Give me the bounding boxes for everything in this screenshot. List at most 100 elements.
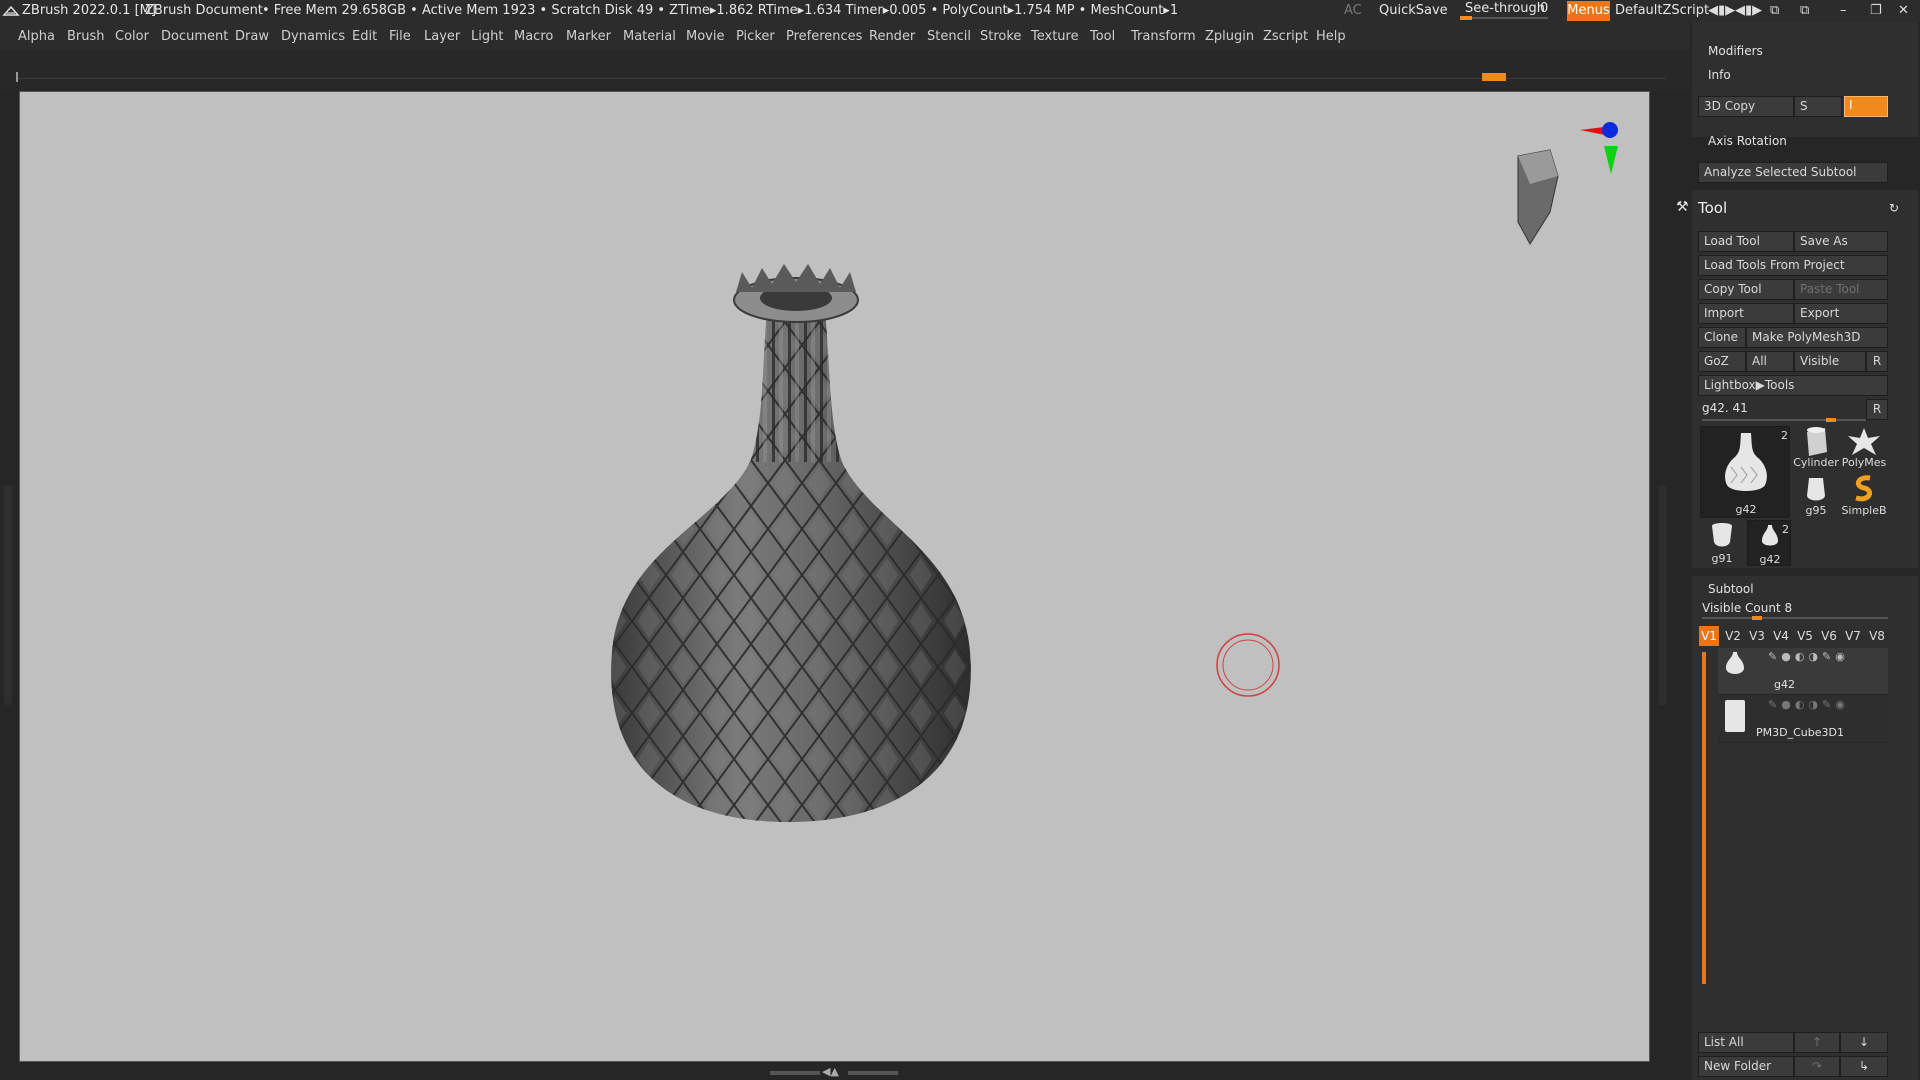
subtool-empty-slot[interactable] xyxy=(1718,974,1888,996)
seethrough-slider-track[interactable] xyxy=(1460,17,1548,19)
close-icon[interactable]: ✕ xyxy=(1898,3,1909,18)
subtool-empty-slot[interactable] xyxy=(1718,928,1888,950)
visible-count-slider-track[interactable] xyxy=(1702,617,1888,619)
subtool-row-g42[interactable]: ✎●◐◑✎◉ g42 xyxy=(1718,648,1888,695)
menu-file[interactable]: File xyxy=(389,29,411,44)
menu-stroke[interactable]: Stroke xyxy=(980,29,1021,44)
seethrough-slider-knob[interactable] xyxy=(1460,16,1472,20)
folder-return-icon[interactable]: ↳ xyxy=(1840,1056,1888,1077)
minimize-icon[interactable]: – xyxy=(1840,3,1847,18)
timeline[interactable] xyxy=(0,50,1690,90)
tool-thumb-g42-small[interactable]: 2 g42 xyxy=(1747,520,1791,566)
right-tray-handle[interactable] xyxy=(1659,485,1667,705)
import-button[interactable]: Import xyxy=(1698,303,1794,324)
list-all-button[interactable]: List All xyxy=(1698,1032,1794,1053)
tool-reset-icon[interactable]: ↻ xyxy=(1889,201,1899,215)
menu-light[interactable]: Light xyxy=(471,29,503,44)
move-up-icon[interactable]: ↑ xyxy=(1794,1032,1840,1053)
v3-button[interactable]: V3 xyxy=(1747,626,1767,646)
menu-zscript[interactable]: Zscript xyxy=(1263,29,1308,44)
seethrough-label[interactable]: See-through xyxy=(1465,1,1545,16)
subtool-empty-slot[interactable] xyxy=(1718,767,1888,789)
clone-button[interactable]: Clone xyxy=(1698,327,1746,348)
3d-copy-s-button[interactable]: S xyxy=(1794,96,1842,117)
load-tool-button[interactable]: Load Tool xyxy=(1698,231,1794,252)
v8-button[interactable]: V8 xyxy=(1867,626,1887,646)
bottom-tray-toggle-icon[interactable]: ◀▲ xyxy=(822,1065,839,1078)
left-tray-handle[interactable] xyxy=(4,485,12,705)
menu-help[interactable]: Help xyxy=(1316,29,1346,44)
subtool-g42-toggles[interactable]: ✎●◐◑✎◉ xyxy=(1768,650,1849,663)
v5-button[interactable]: V5 xyxy=(1795,626,1815,646)
subtool-empty-slot[interactable] xyxy=(1718,790,1888,812)
lightbox-tools-button[interactable]: Lightbox▶Tools xyxy=(1698,375,1888,396)
goz-all-button[interactable]: All xyxy=(1746,351,1794,372)
maximize-icon[interactable]: ❐ xyxy=(1870,3,1882,18)
menu-marker[interactable]: Marker xyxy=(566,29,611,44)
3d-copy-button[interactable]: 3D Copy xyxy=(1698,96,1794,117)
tool-thumb-cylinder[interactable]: Cylinder xyxy=(1793,426,1839,470)
bottom-tray-handle-left[interactable] xyxy=(770,1071,820,1075)
menu-texture[interactable]: Texture xyxy=(1031,29,1079,44)
menu-material[interactable]: Material xyxy=(623,29,676,44)
subtool-row-pm3d-cube[interactable]: ✎●◐◑✎◉ PM3D_Cube3D1 xyxy=(1718,696,1888,743)
timeline-track[interactable] xyxy=(16,78,1666,79)
info-label[interactable]: Info xyxy=(1708,68,1731,82)
subtool-cube-toggles[interactable]: ✎●◐◑✎◉ xyxy=(1768,698,1849,711)
menu-brush[interactable]: Brush xyxy=(67,29,105,44)
menu-movie[interactable]: Movie xyxy=(686,29,724,44)
subtool-empty-slot[interactable] xyxy=(1718,859,1888,881)
quicksave-button[interactable]: QuickSave xyxy=(1379,3,1448,18)
menu-picker[interactable]: Picker xyxy=(736,29,775,44)
v7-button[interactable]: V7 xyxy=(1843,626,1863,646)
menu-document[interactable]: Document xyxy=(161,29,228,44)
subtool-empty-slot[interactable] xyxy=(1718,744,1888,766)
menu-render[interactable]: Render xyxy=(869,29,915,44)
document-canvas[interactable] xyxy=(19,91,1650,1062)
vase-model[interactable] xyxy=(20,92,1650,1062)
menu-edit[interactable]: Edit xyxy=(352,29,377,44)
copy-tool-button[interactable]: Copy Tool xyxy=(1698,279,1794,300)
subtool-empty-slot[interactable] xyxy=(1718,951,1888,973)
menu-draw[interactable]: Draw xyxy=(235,29,269,44)
subtool-empty-slot[interactable] xyxy=(1718,882,1888,904)
layout-arrows-2-icon[interactable]: ◀▮▶ xyxy=(1735,3,1762,18)
tool-title[interactable]: Tool xyxy=(1698,199,1727,217)
menu-stencil[interactable]: Stencil xyxy=(927,29,971,44)
tool-slider-knob[interactable] xyxy=(1826,418,1836,422)
menu-dynamics[interactable]: Dynamics xyxy=(281,29,345,44)
subtool-empty-slot[interactable] xyxy=(1718,905,1888,927)
v2-button[interactable]: V2 xyxy=(1723,626,1743,646)
v4-button[interactable]: V4 xyxy=(1771,626,1791,646)
menu-tool[interactable]: Tool xyxy=(1090,29,1115,44)
modifiers-label[interactable]: Modifiers xyxy=(1708,44,1763,58)
tool-r-button[interactable]: R xyxy=(1866,399,1888,420)
subtool-empty-slot[interactable] xyxy=(1718,813,1888,835)
tool-thumb-g95[interactable]: g95 xyxy=(1793,474,1839,518)
subtool-title[interactable]: Subtool xyxy=(1708,582,1754,596)
menu-transform[interactable]: Transform xyxy=(1131,29,1196,44)
menu-color[interactable]: Color xyxy=(115,29,149,44)
orientation-gizmo[interactable] xyxy=(1517,122,1618,245)
subtool-empty-slot[interactable] xyxy=(1718,997,1888,1019)
make-polymesh3d-button[interactable]: Make PolyMesh3D xyxy=(1746,327,1888,348)
tool-thumb-g91[interactable]: g91 xyxy=(1700,520,1744,566)
new-folder-button[interactable]: New Folder xyxy=(1698,1056,1794,1077)
goz-r-button[interactable]: R xyxy=(1866,351,1888,372)
menu-alpha[interactable]: Alpha xyxy=(18,29,55,44)
v1-button[interactable]: V1 xyxy=(1699,626,1719,646)
tool-palette-icon[interactable]: ⚒ xyxy=(1676,199,1689,215)
load-tools-from-project-button[interactable]: Load Tools From Project xyxy=(1698,255,1888,276)
default-zscript-button[interactable]: DefaultZScript xyxy=(1615,3,1709,18)
save-as-button[interactable]: Save As xyxy=(1794,231,1888,252)
menu-layer[interactable]: Layer xyxy=(424,29,460,44)
menu-macro[interactable]: Macro xyxy=(514,29,553,44)
move-down-icon[interactable]: ↓ xyxy=(1840,1032,1888,1053)
3d-copy-value-field[interactable]: I xyxy=(1844,96,1888,117)
layout-arrows-icon[interactable]: ◀▮▶ xyxy=(1708,3,1735,18)
menu-preferences[interactable]: Preferences xyxy=(786,29,862,44)
timeline-marker[interactable] xyxy=(1482,73,1506,81)
menu-zplugin[interactable]: Zplugin xyxy=(1205,29,1254,44)
v6-button[interactable]: V6 xyxy=(1819,626,1839,646)
restore-layout-icon[interactable]: ⧉ xyxy=(1800,3,1809,18)
